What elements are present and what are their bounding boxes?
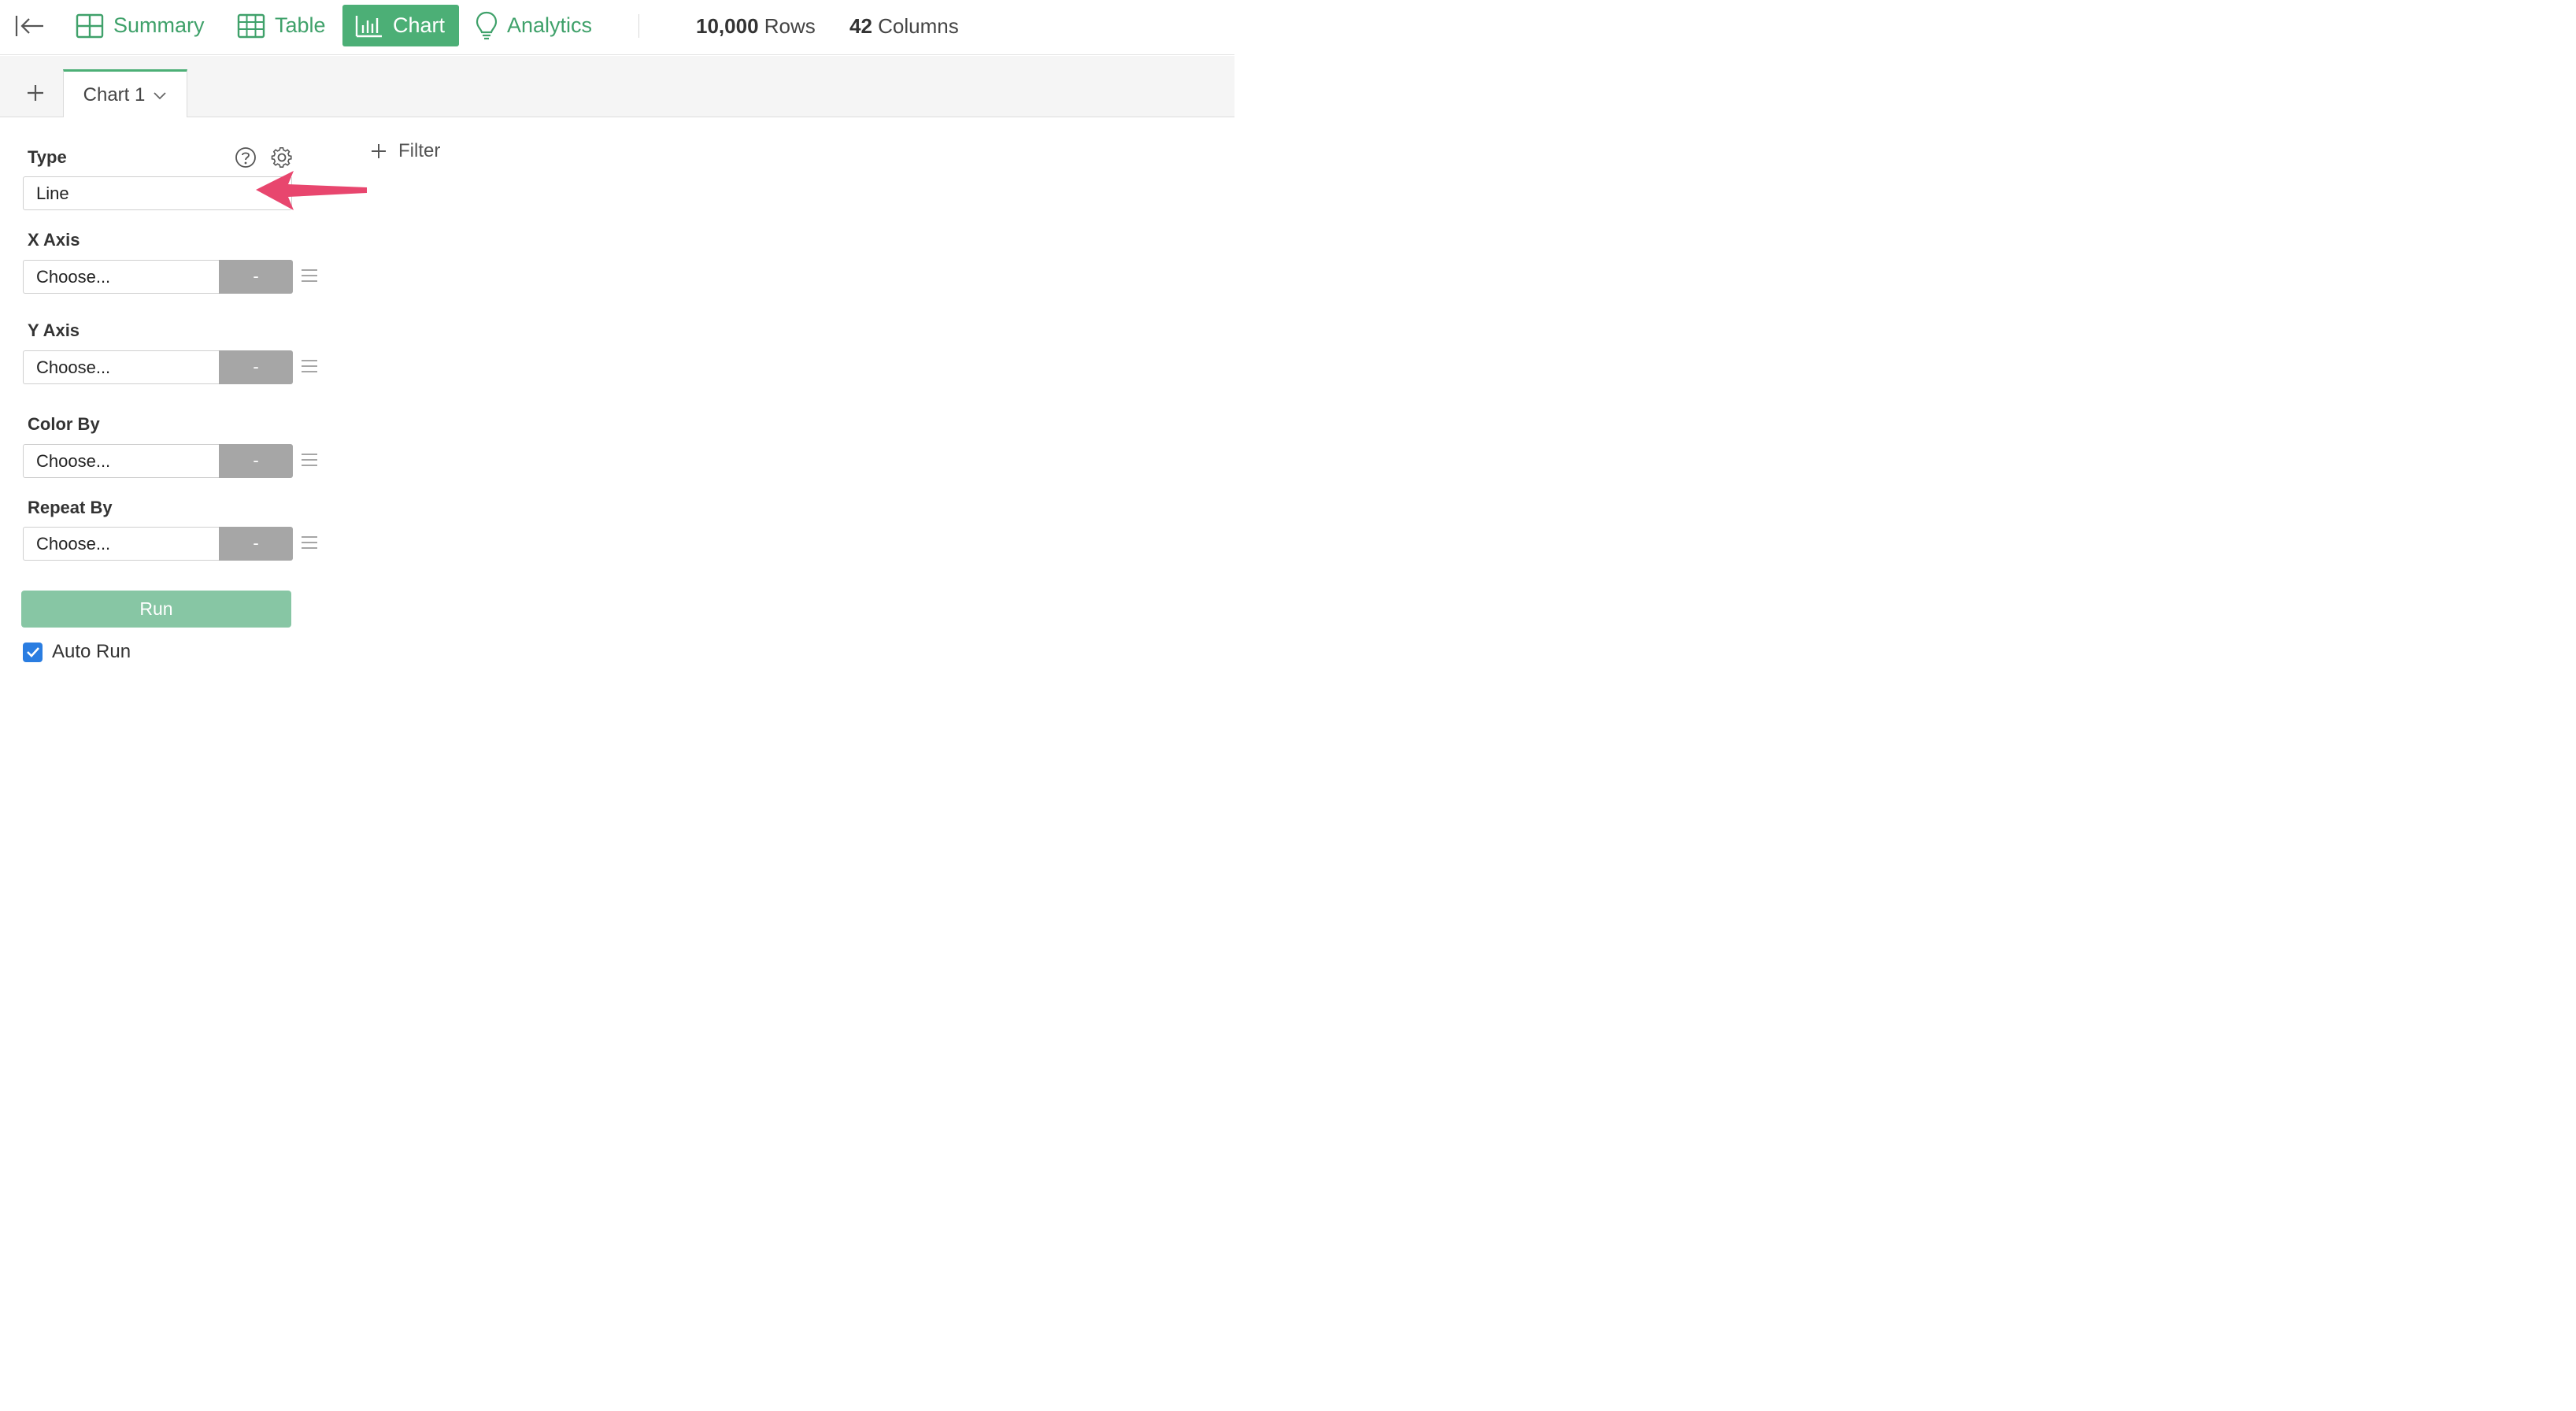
columns-count: 42 Columns [849, 14, 959, 38]
y-axis-select[interactable]: Choose... [23, 350, 219, 384]
repeat-by-label: Repeat By [28, 498, 113, 517]
x-axis-select[interactable]: Choose... [23, 260, 219, 294]
color-by-field: Choose... - [23, 444, 293, 478]
auto-run-checkbox[interactable] [23, 642, 43, 662]
divider [638, 14, 639, 38]
chevron-down-icon[interactable] [153, 91, 167, 100]
nav-table[interactable]: Table [237, 5, 326, 46]
color-by-select[interactable]: Choose... [23, 444, 219, 478]
lightbulb-icon [476, 11, 498, 39]
filter-label: Filter [398, 140, 441, 161]
nav-summary-label: Summary [113, 13, 205, 37]
tab-chart-1[interactable]: Chart 1 [63, 69, 187, 118]
collapse-sidebar-icon[interactable] [14, 13, 46, 39]
nav-chart[interactable]: Chart [342, 5, 460, 46]
nav-table-label: Table [275, 13, 326, 37]
repeat-by-menu-icon[interactable] [301, 535, 318, 554]
color-by-menu-icon[interactable] [301, 452, 318, 472]
y-axis-aggregation-button[interactable]: - [219, 350, 293, 384]
x-axis-aggregation-button[interactable]: - [219, 260, 293, 294]
nav-analytics[interactable]: Analytics [476, 5, 592, 46]
auto-run-toggle[interactable]: Auto Run [23, 641, 131, 663]
top-bar: Summary Table Chart Analytics 10,000 Row… [0, 0, 1234, 55]
add-tab-icon[interactable] [24, 81, 47, 105]
y-axis-label: Y Axis [28, 320, 80, 340]
tab-label: Chart 1 [83, 83, 146, 106]
color-by-label: Color By [28, 414, 100, 434]
summary-icon [76, 13, 104, 38]
nav-summary[interactable]: Summary [76, 5, 205, 46]
x-axis-label: X Axis [28, 230, 80, 250]
plus-icon [372, 144, 386, 158]
nav-chart-label: Chart [393, 13, 446, 37]
auto-run-label: Auto Run [52, 641, 131, 662]
add-filter-button[interactable]: Filter [370, 140, 440, 162]
checkmark-icon [26, 647, 39, 657]
repeat-by-field: Choose... - [23, 527, 293, 561]
annotation-arrow-icon [256, 171, 367, 210]
repeat-by-aggregation-button[interactable]: - [219, 527, 293, 561]
x-axis-field: Choose... - [23, 260, 293, 294]
repeat-by-select[interactable]: Choose... [23, 527, 219, 561]
y-axis-field: Choose... - [23, 350, 293, 384]
run-button[interactable]: Run [21, 591, 291, 628]
color-by-aggregation-button[interactable]: - [219, 444, 293, 478]
nav-analytics-label: Analytics [507, 13, 593, 37]
type-label: Type [28, 147, 67, 167]
bar-chart-icon [355, 15, 382, 37]
rows-count: 10,000 Rows [696, 14, 816, 38]
y-axis-menu-icon[interactable] [301, 358, 318, 378]
table-icon [237, 13, 265, 38]
chart-tab-bar: Chart 1 [0, 56, 1234, 118]
chart-type-select[interactable]: Line [23, 176, 292, 210]
x-axis-menu-icon[interactable] [301, 268, 318, 287]
